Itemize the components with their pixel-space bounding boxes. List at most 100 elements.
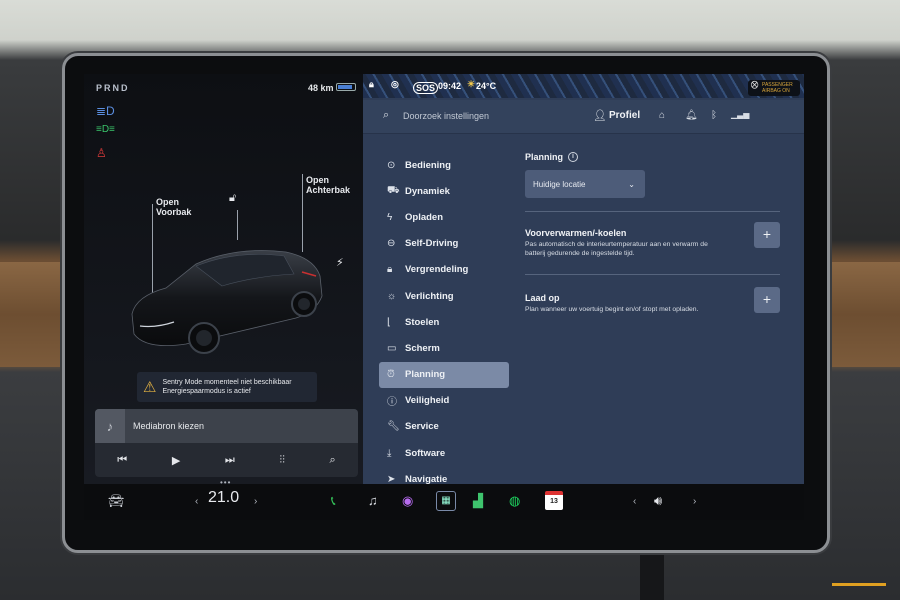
bolt-icon: ϟ <box>387 211 393 223</box>
volume-down-chevron-icon[interactable]: ‹ <box>633 496 636 507</box>
toggle-icon: ⊙ <box>387 159 396 171</box>
photo-scene: PRND 48 km ≣D ≡D≡ ♙ Open Voorbak Open Ac… <box>0 0 900 600</box>
steering-wheel-icon: ⊖ <box>387 238 396 250</box>
lock-icon: 🔒︎ <box>387 264 393 276</box>
play-icon[interactable]: ▶︎ <box>172 454 180 467</box>
rear-trunk-label[interactable]: Open Achterbak <box>306 175 350 195</box>
lte-signal-icon: ▁▃▅ <box>731 110 750 119</box>
wrench-icon: 🔧︎ <box>387 421 400 433</box>
charge-title: Laad op <box>525 293 560 303</box>
status-bar: 🔒︎ ◎ SOS 09:42 ☀ 24°C ⛒ PASSENGER AIRBAG… <box>363 76 804 96</box>
app-launcher-icon[interactable]: ▦ <box>436 491 456 511</box>
energy-graph-icon[interactable]: ▟ <box>473 493 483 509</box>
menu-item-self-driving[interactable]: ⊖ Self-Driving <box>379 231 509 257</box>
passenger-airbag-indicator: ⛒ PASSENGER AIRBAG ON <box>748 80 800 96</box>
search-icon: ⌕ <box>383 109 390 121</box>
seat-icon: ⌊ <box>387 316 391 328</box>
bell-icon[interactable]: 🔔︎ <box>685 110 698 121</box>
phone-icon[interactable]: 📞︎ <box>331 493 336 509</box>
warning-icon: ⚠ <box>143 379 157 396</box>
screen-mount <box>640 553 664 600</box>
alarm-clock-icon: ⏰︎ <box>387 369 395 381</box>
next-track-icon[interactable]: ⏭︎ <box>225 454 235 467</box>
front-trunk-label[interactable]: Open Voorbak <box>156 197 191 217</box>
settings-search-bar: ⌕ Doorzoek instellingen 👤︎ Profiel ⌂ 🔔︎ … <box>363 100 804 134</box>
precondition-desc: Pas automatisch de interieurtemperatuur … <box>525 241 708 257</box>
bluetooth-icon[interactable]: ᛒ <box>711 110 717 121</box>
calendar-icon[interactable]: 13 <box>545 491 563 510</box>
search-input[interactable]: Doorzoek instellingen <box>403 111 489 121</box>
info-icon[interactable]: i <box>568 152 578 162</box>
menu-item-vergrendeling[interactable]: 🔒︎ Vergrendeling <box>379 257 509 283</box>
wood-trim-right <box>820 262 900 367</box>
sos-button[interactable]: SOS <box>413 82 439 94</box>
car-3d-model <box>131 250 323 354</box>
menu-item-veiligheid[interactable]: ⓘ Veiligheid <box>379 388 509 414</box>
sentry-alert: ⚠ Sentry Mode momenteel niet beschikbaar… <box>137 372 317 402</box>
media-controls: ⏮︎ ▶︎ ⏭︎ ⫶⫶ ⌕ <box>95 443 358 477</box>
menu-item-verlichting[interactable]: ☼ Verlichting <box>379 283 509 309</box>
battery-icon <box>336 83 356 91</box>
music-note-icon: ♪ <box>95 409 125 443</box>
alert-line-2: Energiespaarmodus is actief <box>162 388 251 395</box>
media-source-label: Mediabron kiezen <box>133 421 205 431</box>
menu-item-planning[interactable]: ⏰︎ Planning <box>379 361 509 388</box>
taskbar: 🚘︎ ‹ 21.0 › 📞︎ ♫ ◉ ▦ ▟ ◍ 13 ‹ 🔊︎ › <box>84 484 804 520</box>
car-icon[interactable]: 🚘︎ <box>108 493 125 509</box>
charge-row: Laad op Plan wanneer uw voertuig begint … <box>525 287 780 325</box>
touchscreen: PRND 48 km ≣D ≡D≡ ♙ Open Voorbak Open Ac… <box>84 74 804 520</box>
chevron-down-icon: ⌄ <box>628 179 635 189</box>
settings-menu: ⊙ Bediening ⛟ Dynamiek ϟ Opladen ⊖ Self-Driv… <box>379 152 509 492</box>
previous-track-icon[interactable]: ⏮︎ <box>117 454 127 467</box>
search-icon[interactable]: ⌕ <box>330 454 336 467</box>
menu-item-bediening[interactable]: ⊙ Bediening <box>379 152 509 178</box>
menu-item-dynamiek[interactable]: ⛟ Dynamiek <box>379 178 509 204</box>
music-icon[interactable]: ♫ <box>368 493 378 508</box>
charge-port-icon[interactable]: ⚡︎ <box>336 256 344 269</box>
wood-trim-left <box>0 262 70 367</box>
precondition-row: Voorverwarmen/-koelen Pas automatisch de… <box>525 222 780 260</box>
menu-item-opladen[interactable]: ϟ Opladen <box>379 204 509 230</box>
unlock-icon[interactable]: 🔓︎ <box>229 192 236 205</box>
gear-indicator: PRND <box>96 83 130 93</box>
sun-icon: ☼ <box>387 290 397 302</box>
profile-status-icon[interactable]: ◎ <box>391 79 399 90</box>
media-source-row[interactable]: ♪ Mediabron kiezen <box>95 409 358 443</box>
charge-desc: Plan wanneer uw voertuig begint en/of st… <box>525 306 699 313</box>
menu-item-stoelen[interactable]: ⌊ Stoelen <box>379 309 509 335</box>
car-status-panel: PRND 48 km ≣D ≡D≡ ♙ Open Voorbak Open Ac… <box>84 74 363 487</box>
download-icon: ⤓ <box>387 447 392 459</box>
volume-icon[interactable]: 🔊︎ <box>654 493 662 509</box>
media-player: ♪ Mediabron kiezen ⏮︎ ▶︎ ⏭︎ ⫶⫶ ⌕ <box>95 409 358 477</box>
cabin-temperature[interactable]: 21.0 <box>208 489 239 507</box>
divider <box>525 211 780 212</box>
add-charge-button[interactable]: + <box>754 287 780 313</box>
location-dropdown[interactable]: Huidige locatie ⌄ <box>525 170 645 198</box>
outside-temp: 24°C <box>476 81 497 91</box>
volume-up-chevron-icon[interactable]: › <box>693 496 696 507</box>
menu-item-software[interactable]: ⤓ Software <box>379 440 509 466</box>
info-circle-icon: ⓘ <box>387 397 397 409</box>
menu-item-scherm[interactable]: ▭ Scherm <box>379 335 509 361</box>
person-icon: 👤︎ <box>593 110 607 122</box>
parking-light-icon: ≡D≡ <box>96 124 115 135</box>
temp-up-chevron-icon[interactable]: › <box>254 496 257 507</box>
profile-button[interactable]: Profiel <box>609 110 640 121</box>
camera-icon[interactable]: ◉ <box>402 493 413 509</box>
car-icon: ⛟ <box>387 184 400 196</box>
lock-status-icon[interactable]: 🔒︎ <box>369 79 374 90</box>
divider <box>525 274 780 275</box>
screen-icon: ▭ <box>387 342 397 354</box>
weather-sun-icon: ☀ <box>467 79 476 89</box>
range-readout: 48 km <box>308 83 334 93</box>
temp-down-chevron-icon[interactable]: ‹ <box>195 496 198 507</box>
home-icon[interactable]: ⌂ <box>659 110 665 121</box>
alert-line-1: Sentry Mode momenteel niet beschikbaar <box>162 379 292 386</box>
equalizer-icon[interactable]: ⫶⫶ <box>279 454 285 467</box>
add-precondition-button[interactable]: + <box>754 222 780 248</box>
precondition-title: Voorverwarmen/-koelen <box>525 228 627 238</box>
spotify-icon[interactable]: ◍ <box>509 493 520 509</box>
menu-item-service[interactable]: 🔧︎ Service <box>379 414 509 440</box>
settings-panel: 🔒︎ ◎ SOS 09:42 ☀ 24°C ⛒ PASSENGER AIRBAG… <box>363 74 804 485</box>
dashboard-accent <box>832 583 886 586</box>
